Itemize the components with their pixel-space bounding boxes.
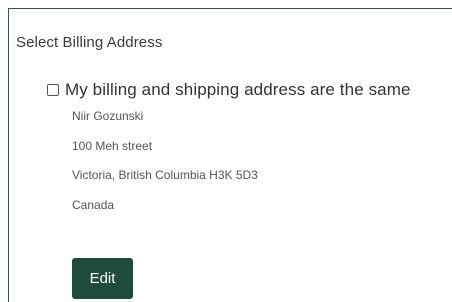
address-street: 100 Meh street — [72, 138, 153, 153]
same-address-toggle[interactable]: My billing and shipping address are the … — [47, 80, 411, 100]
same-address-checkbox[interactable] — [47, 84, 59, 96]
address-country: Canada — [72, 197, 115, 212]
address-city-region-postal: Victoria, British Columbia H3K 5D3 — [72, 168, 258, 182]
billing-address-block: Niir Gozunski 100 Meh street Victoria, B… — [72, 109, 258, 227]
address-name: Niir Gozunski — [72, 109, 144, 123]
edit-button[interactable]: Edit — [72, 258, 133, 299]
section-title: Select Billing Address — [16, 34, 163, 51]
same-address-label[interactable]: My billing and shipping address are the … — [65, 80, 411, 100]
